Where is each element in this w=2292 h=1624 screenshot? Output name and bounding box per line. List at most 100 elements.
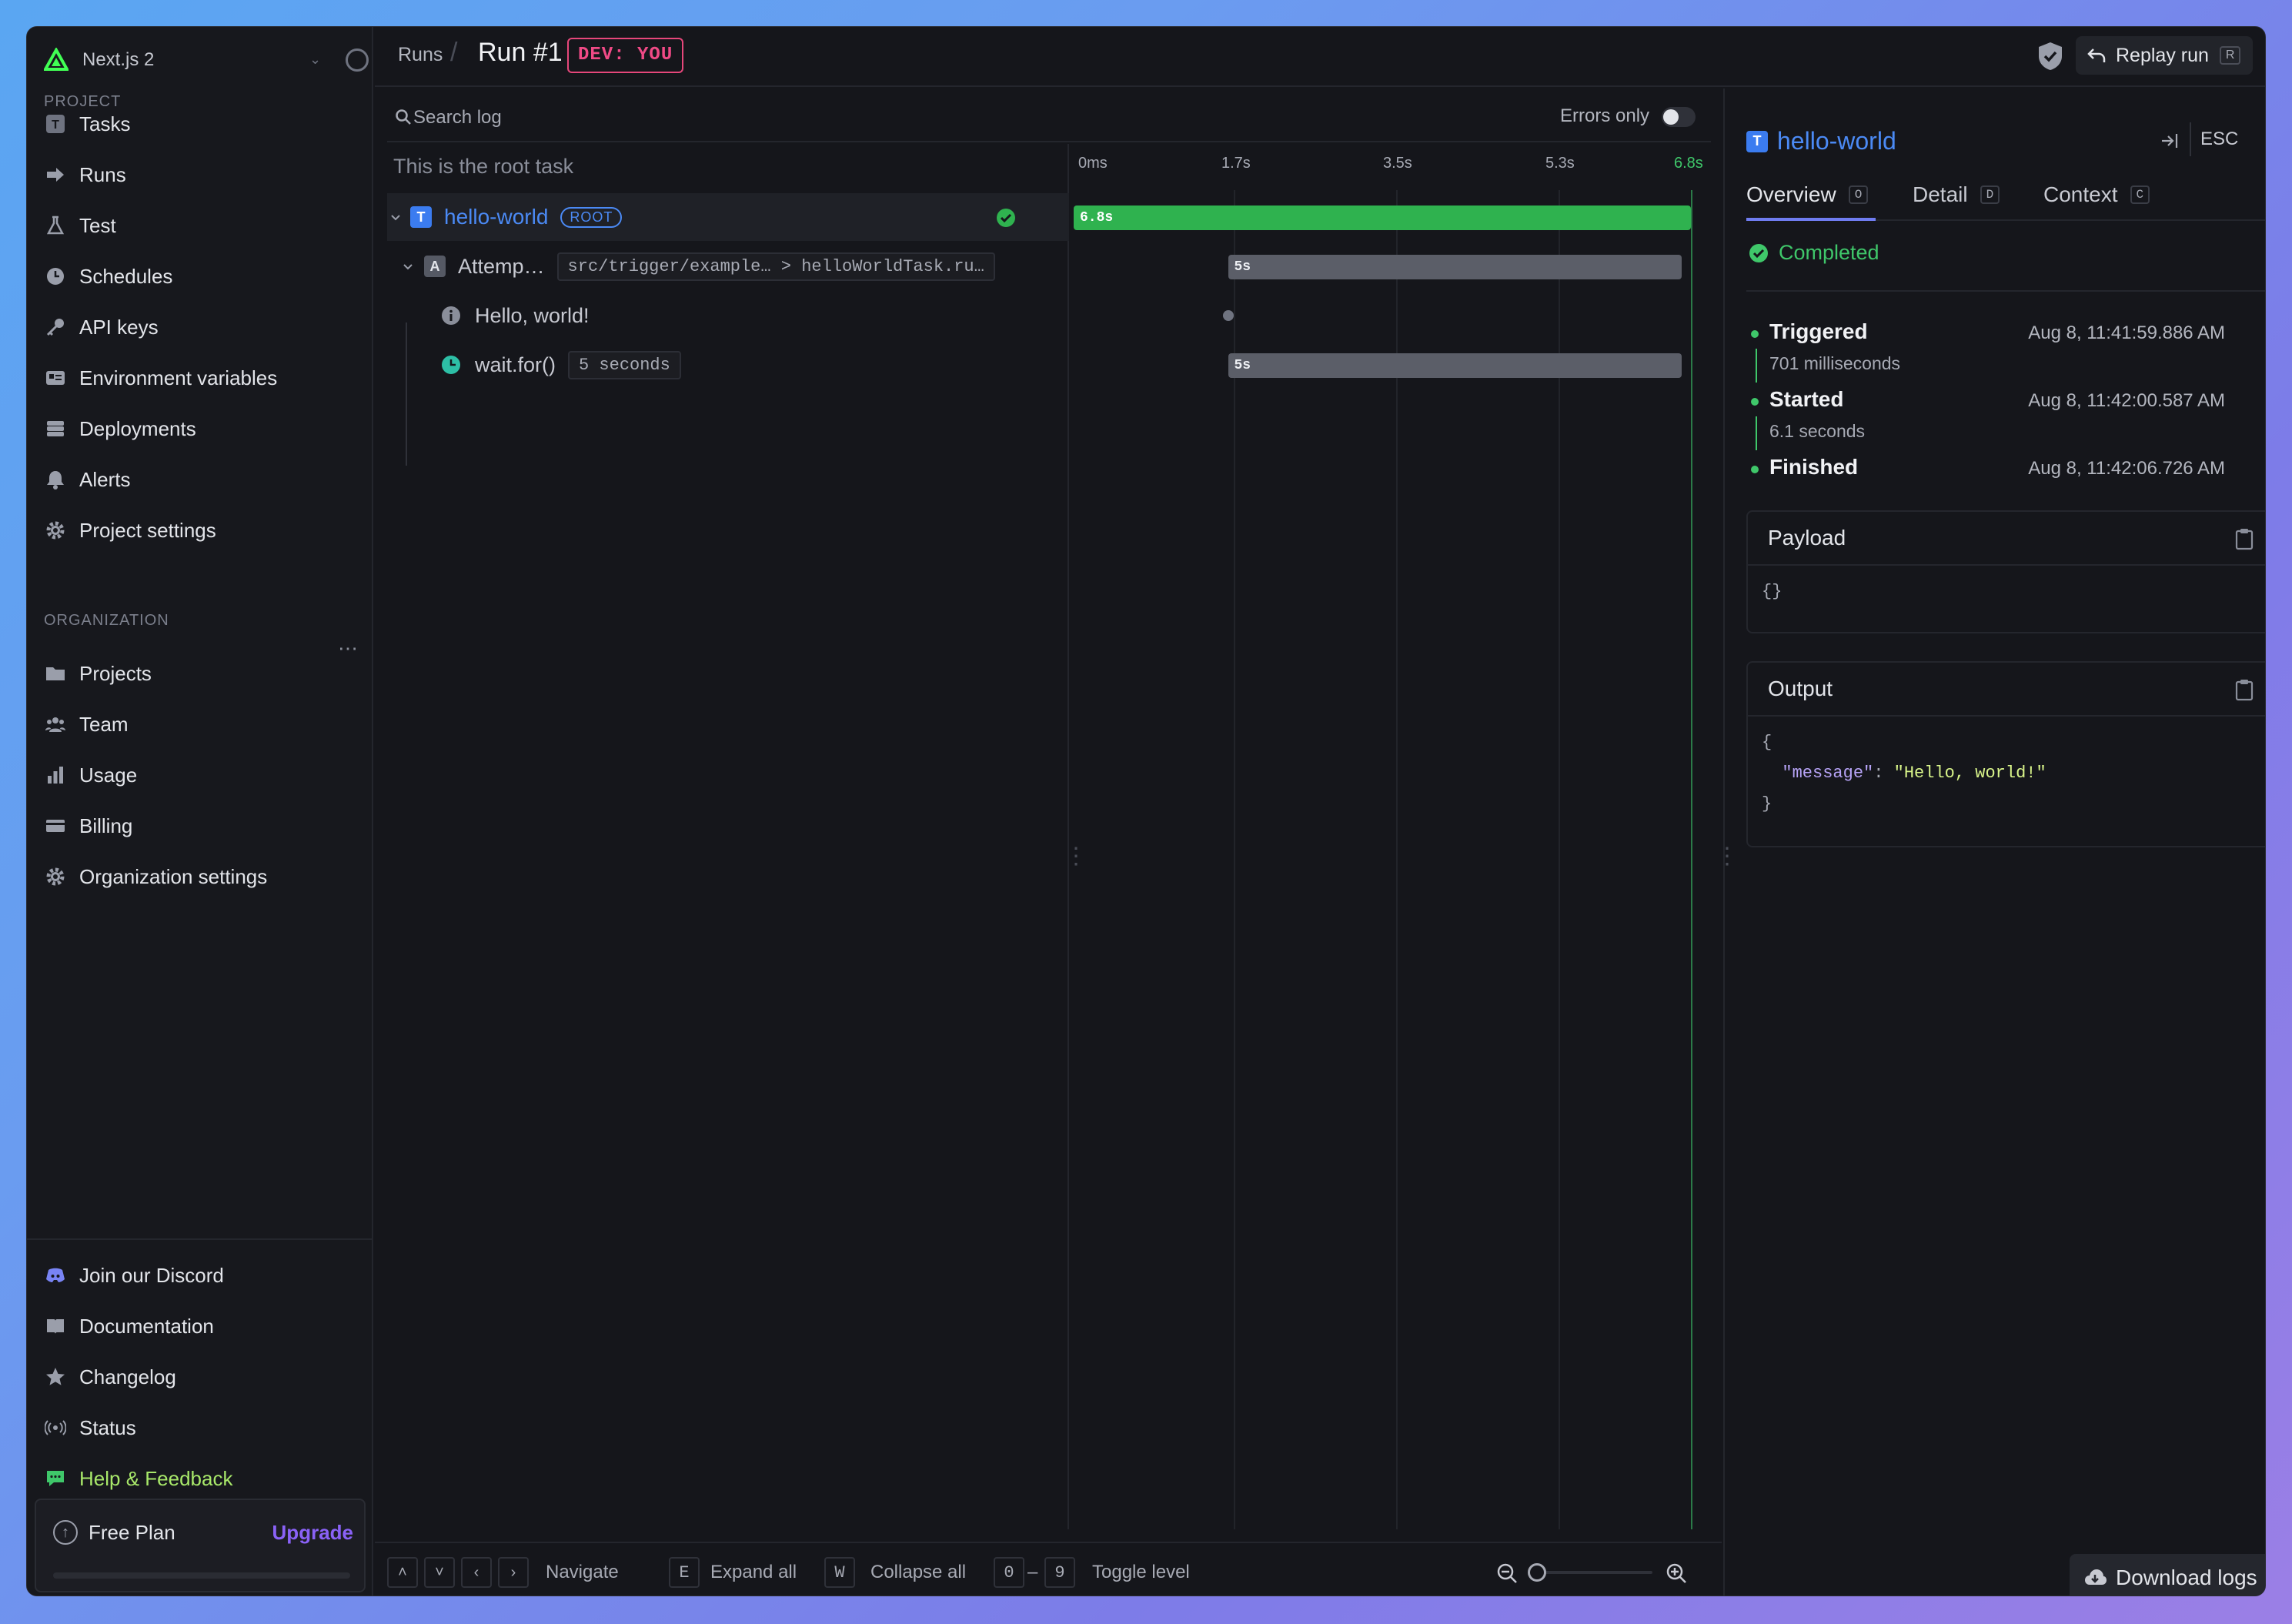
sidebar-item-label: Projects [79,661,152,685]
shield-check-icon[interactable] [2036,41,2065,72]
sidebar-item-team[interactable]: Team [44,704,359,744]
code-brace: } [1762,794,1772,814]
sidebar-item-label: Environment variables [79,366,278,389]
collapse-all-key[interactable]: W [824,1557,855,1588]
sidebar: Next.js 2 ⌄ PROJECT T Tasks Runs Test Sc… [27,27,373,1596]
sidebar-item-schedules[interactable]: Schedules [44,256,359,296]
sidebar-item-runs[interactable]: Runs [44,155,359,195]
timeline-gridline [1559,190,1560,1529]
sidebar-item-label: Schedules [79,264,173,288]
sidebar-item-label: Join our Discord [79,1263,224,1287]
span-bar-attempt[interactable]: 5s [1228,255,1682,279]
chat-icon [44,1467,67,1490]
event-timestamp: Aug 8, 11:42:00.587 AM [2028,390,2225,411]
chevron-down-icon[interactable] [399,259,416,274]
sidebar-item-alerts[interactable]: Alerts [44,459,359,500]
event-label: Triggered [1769,319,1868,343]
sidebar-item-organization-settings[interactable]: Organization settings [44,857,359,897]
search-icon [396,109,411,125]
log-event-marker[interactable] [1222,310,1234,321]
span-bar-root[interactable]: 6.8s [1074,206,1691,230]
org-switcher[interactable]: Next.js 2 ⌄ [44,41,369,79]
span-tree: This is the root task T hello-world ROOT… [375,144,1069,1529]
tab-detail[interactable]: Detail D [1913,182,2000,207]
org-name: Next.js 2 [82,49,155,70]
code-key: "message" [1782,764,1874,783]
event-label: Started [1769,387,1844,411]
clock-icon [442,356,460,374]
span-detail-panel: T hello-world ESC Overview O Detail D Co… [1723,89,2265,1596]
trigger-logo-icon [44,48,68,71]
chevron-down-icon[interactable]: ⌄ [309,52,321,68]
check-circle-icon [997,209,1015,227]
zoom-slider-knob[interactable] [1528,1563,1546,1582]
span-row-wait[interactable]: wait.for() 5 seconds [387,341,1069,389]
attempt-source-path: src/trigger/example… > helloWorldTask.ru… [556,252,995,281]
server-stack-icon [44,417,67,440]
sidebar-item-label: Billing [79,814,133,837]
close-esc-key[interactable]: ESC [2190,122,2247,156]
log-message: Hello, world! [475,303,590,327]
sidebar-item-api-keys[interactable]: API keys [44,307,359,347]
sidebar-item-usage[interactable]: Usage [44,755,359,795]
sidebar-item-billing[interactable]: Billing [44,806,359,846]
sidebar-item-label: API keys [79,315,159,339]
sidebar-item-projects[interactable]: Projects [44,653,359,693]
timeline-end-line [1691,190,1692,1529]
gear-icon [44,519,67,542]
download-logs-button[interactable]: Download logs [2070,1554,2265,1596]
sidebar-item-status[interactable]: Status [44,1408,359,1448]
errors-only-toggle[interactable] [1662,107,1696,127]
event-label: Finished [1769,455,1859,479]
payload-card: Payload {} [1746,510,2265,633]
sidebar-item-environment-variables[interactable]: Environment variables [44,358,359,398]
sidebar-item-label: Alerts [79,467,131,491]
resize-handle[interactable]: ⋮ [1064,843,1088,870]
span-row-attempt[interactable]: A Attemp… src/trigger/example… > helloWo… [387,242,1069,290]
level-from-key[interactable]: 0 [994,1557,1024,1588]
sidebar-item-changelog[interactable]: Changelog [44,1357,359,1397]
zoom-in-icon[interactable] [1665,1562,1688,1585]
sidebar-item-discord[interactable]: Join our Discord [44,1255,359,1295]
collapse-panel-icon[interactable] [2159,130,2180,152]
tab-overview[interactable]: Overview O [1746,182,1869,207]
replay-arrow-icon [2087,48,2106,62]
tab-context[interactable]: Context C [2043,182,2150,207]
clipboard-icon[interactable] [2234,527,2254,550]
user-avatar-icon[interactable] [346,48,369,72]
book-icon [44,1315,67,1338]
tab-label: Detail [1913,182,1968,206]
upgrade-link[interactable]: Upgrade [272,1521,353,1545]
level-to-key[interactable]: 9 [1044,1557,1075,1588]
sidebar-item-deployments[interactable]: Deployments [44,409,359,449]
search-log-input[interactable] [413,102,875,133]
clipboard-icon[interactable] [2234,678,2254,701]
zoom-slider-track[interactable] [1537,1571,1652,1574]
chevron-left-icon[interactable]: ‹ [461,1557,492,1588]
replay-run-button[interactable]: Replay run R [2076,36,2253,75]
chevron-down-icon[interactable]: ˅ [424,1557,455,1588]
zoom-out-icon[interactable] [1495,1562,1519,1585]
sidebar-item-label: Deployments [79,416,196,440]
chevron-down-icon[interactable] [387,209,404,225]
chevron-up-icon[interactable]: ˄ [387,1557,418,1588]
timeline-gridline [1234,190,1235,1529]
sidebar-item-project-settings[interactable]: Project settings [44,510,359,550]
sidebar-item-help-feedback[interactable]: Help & Feedback [44,1459,359,1499]
environment-badge: DEV: YOU [567,38,684,73]
code-colon: : [1873,764,1894,783]
sidebar-item-test[interactable]: Test [44,206,359,246]
breadcrumb-runs[interactable]: Runs [398,44,443,66]
root-badge: ROOT [560,206,623,228]
output-title: Output [1768,677,1833,700]
sidebar-item-tasks[interactable]: T Tasks [44,104,359,144]
span-bar-wait[interactable]: 5s [1228,353,1682,378]
page-title: Run #1 [478,38,563,67]
expand-all-key[interactable]: E [669,1557,700,1588]
info-circle-icon [442,306,460,325]
chevron-right-icon[interactable]: › [498,1557,529,1588]
sidebar-item-documentation[interactable]: Documentation [44,1306,359,1346]
span-row-log[interactable]: Hello, world! [387,292,1069,339]
sidebar-item-label: Usage [79,763,138,787]
span-row-root[interactable]: T hello-world ROOT [387,193,1069,241]
